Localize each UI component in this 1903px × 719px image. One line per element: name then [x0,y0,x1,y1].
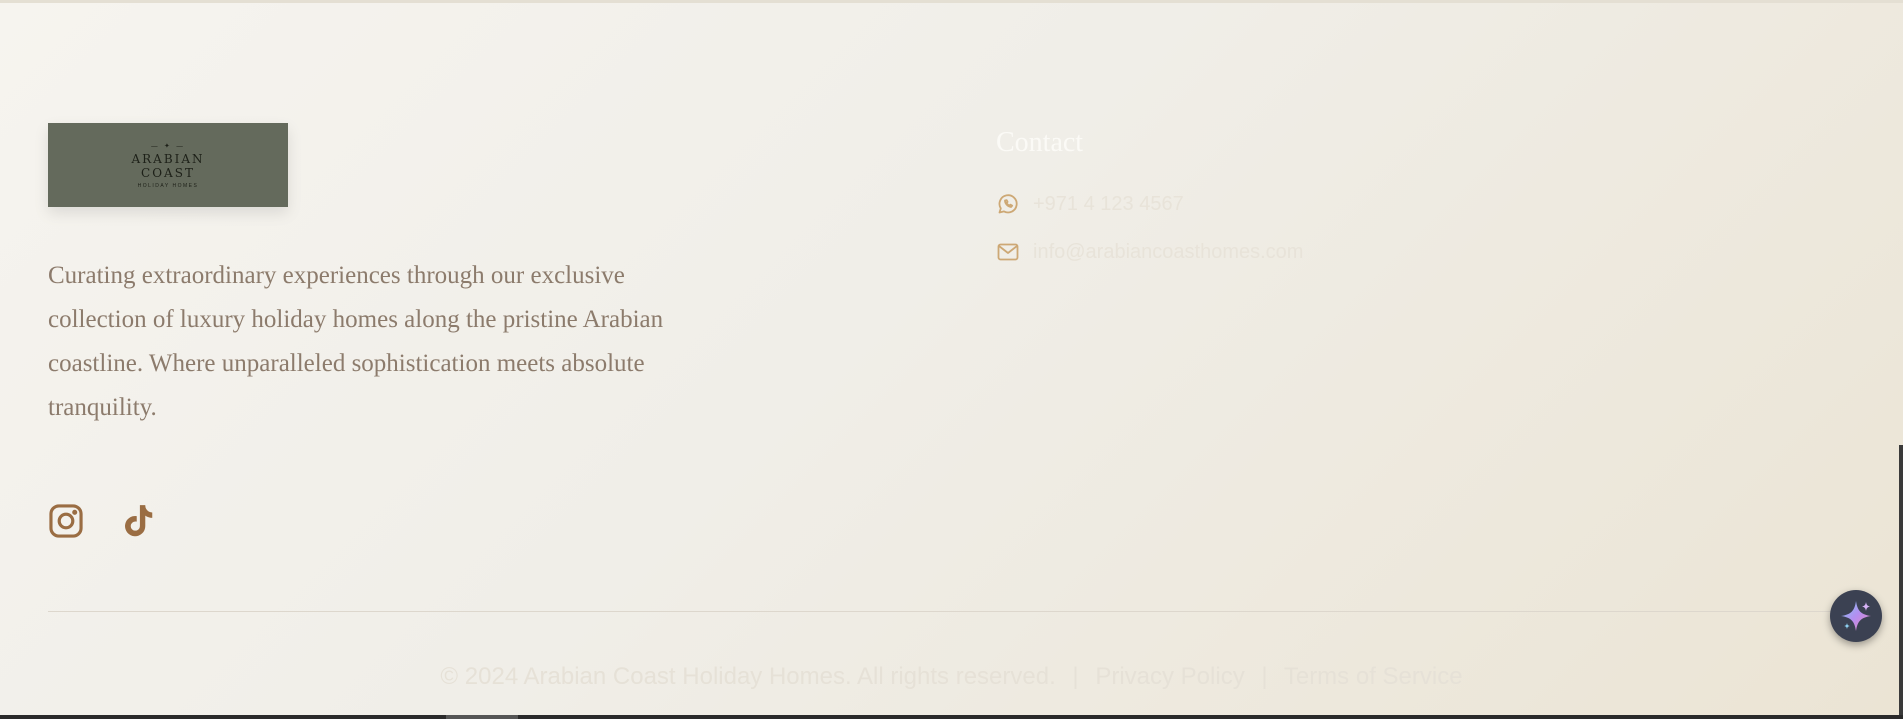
logo-text-line2: COAST [141,165,195,180]
separator: | [1261,663,1268,690]
logo-text-line1: ARABIAN [131,151,205,166]
terms-of-service-link[interactable]: Terms of Service [1284,663,1463,690]
scrollbar-thumb[interactable] [1899,445,1903,715]
site-logo[interactable]: — ✦ — ARABIAN COAST HOLIDAY HOMES [48,123,288,207]
ai-assistant-button[interactable] [1830,590,1882,642]
tiktok-icon [125,505,153,537]
sparkle-icon [1841,601,1871,631]
footer-divider [48,611,1870,612]
tiktok-link[interactable] [119,500,157,542]
contact-phone[interactable]: +971 4 123 4567 [996,191,1184,217]
brand-description: Curating extraordinary experiences throu… [48,262,664,421]
footer-bottom-bar: © 2024 Arabian Coast Holiday Homes. All … [0,663,1903,691]
phone-number: +971 4 123 4567 [1033,192,1184,215]
whatsapp-icon [996,192,1020,216]
copyright-text: © 2024 Arabian Coast Holiday Homes. All … [440,663,1056,690]
email-address: info@arabiancoasthomes.com [1033,240,1304,263]
separator: | [1072,663,1079,690]
contact-heading: Contact [996,127,1084,158]
privacy-policy-link[interactable]: Privacy Policy [1095,663,1244,690]
mail-icon [996,240,1020,264]
horizontal-scrollbar[interactable] [0,715,1903,719]
logo-text-line3: HOLIDAY HOMES [137,182,199,189]
contact-email[interactable]: info@arabiancoasthomes.com [996,239,1303,265]
instagram-icon [49,504,83,538]
logo-mark: — ✦ — [150,141,186,150]
horizontal-scrollbar-thumb[interactable] [446,715,518,719]
instagram-link[interactable] [47,500,85,542]
top-border [0,0,1903,3]
